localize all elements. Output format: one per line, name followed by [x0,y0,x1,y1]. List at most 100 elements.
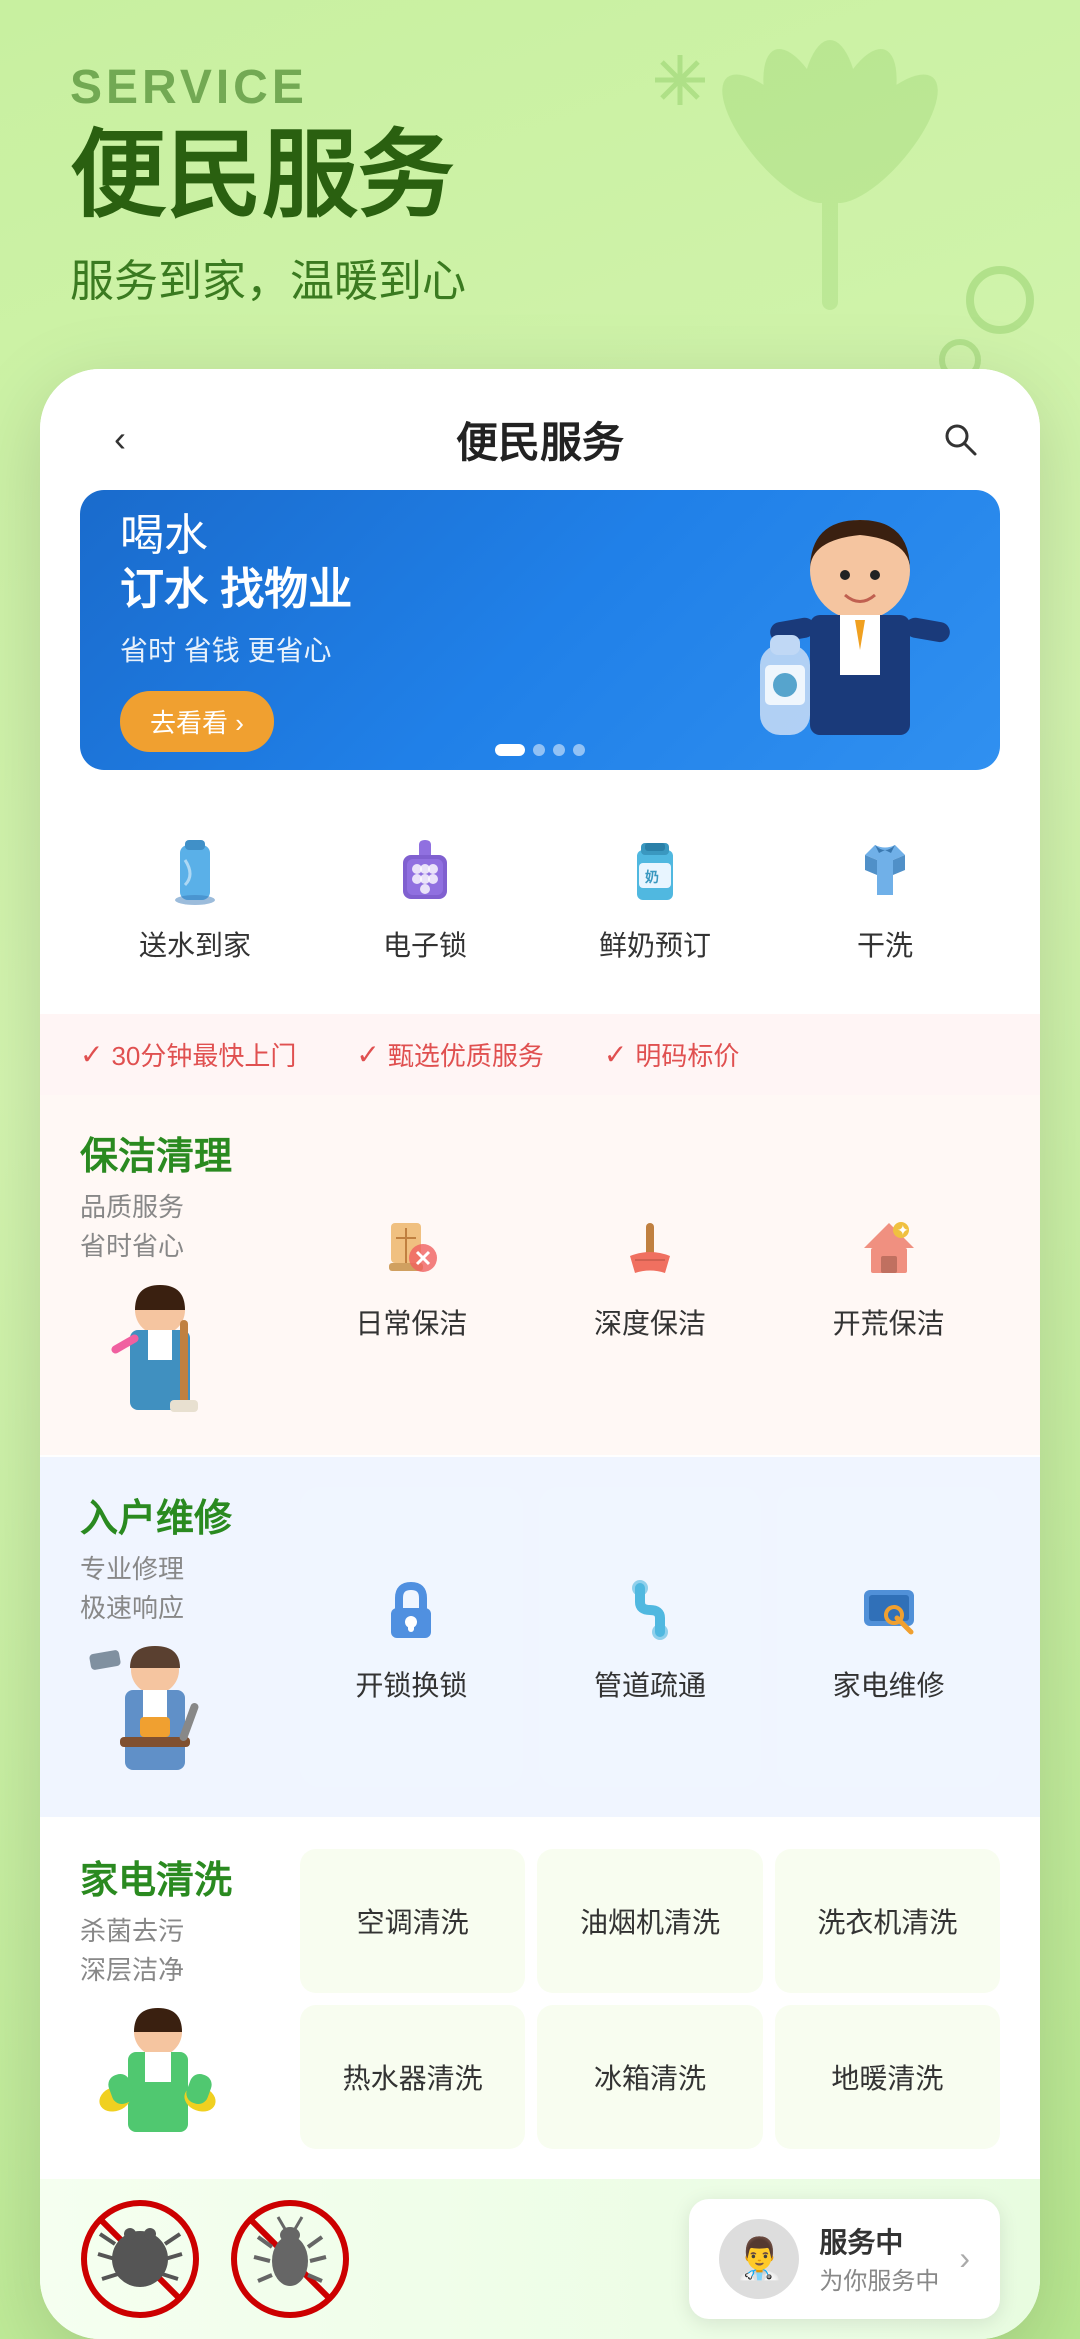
badge-price-text: 明码标价 [635,1036,739,1073]
repair-person [80,1642,280,1787]
appliance-person [80,2004,280,2149]
check-icon-1: ✓ [80,1038,103,1071]
pipe-item[interactable]: 管道疏通 [539,1487,762,1787]
deep-cleaning-icon [610,1208,690,1288]
badge-price: ✓ 明码标价 [604,1036,739,1073]
cleaning-person [80,1280,280,1425]
pipe-icon [610,1570,690,1650]
hero-title: 便民服务 [70,123,1010,229]
cleaning-title: 保洁清理 [80,1125,280,1180]
service-active-arrow: › [959,2240,970,2277]
deep-cleaning-item[interactable]: 深度保洁 [539,1125,762,1425]
lock-icon [371,1570,451,1650]
daily-cleaning-icon [371,1208,451,1288]
search-button[interactable] [930,409,990,469]
repair-desc: 专业修理 极速响应 [80,1550,280,1628]
appliance-row: 家电清洗 杀菌去污 深层洁净 [80,1849,1000,2149]
washer-clean-label: 洗衣机清洗 [817,1901,957,1941]
ac-clean-label: 空调清洗 [357,1901,469,1941]
pest-icon-2 [230,2199,350,2319]
service-active-card[interactable]: 👨‍⚕️ 服务中 为你服务中 › [689,2199,1000,2319]
locksmith-item[interactable]: 开锁换锁 [300,1487,523,1787]
pipe-label: 管道疏通 [594,1664,706,1704]
check-icon-3: ✓ [604,1038,627,1071]
badge-bar: ✓ 30分钟最快上门 ✓ 甄选优质服务 ✓ 明码标价 [40,1014,1040,1095]
hood-clean-item[interactable]: 油烟机清洗 [537,1849,762,1993]
appliance-desc: 杀菌去污 深层洁净 [80,1912,280,1990]
svg-text:奶: 奶 [645,869,659,885]
hood-clean-label: 油烟机清洗 [580,1901,720,1941]
hero-section: SERVICE 便民服务 服务到家，温暖到心 [0,0,1080,349]
banner-text2: 订水 找物业 [120,564,680,617]
banner-text1: 喝水 [120,507,208,564]
move-cleaning-icon: ✦ [849,1208,929,1288]
service-avatar: 👨‍⚕️ [719,2219,799,2299]
quick-service-milk[interactable]: 奶 鲜奶预订 [540,810,770,984]
daily-cleaning-label: 日常保洁 [355,1302,467,1342]
repair-items: 开锁换锁 管道疏通 [300,1487,1000,1787]
quick-service-dryclean[interactable]: 干洗 [770,810,1000,984]
appliance-repair-item[interactable]: 家电维修 [777,1487,1000,1787]
badge-speed: ✓ 30分钟最快上门 [80,1036,296,1073]
bottom-bar: 👨‍⚕️ 服务中 为你服务中 › [40,2179,1040,2339]
dot-1 [495,744,525,756]
dryclean-icon [845,830,925,910]
search-icon [942,421,978,457]
fridge-clean-item[interactable]: 冰箱清洗 [537,2005,762,2149]
heater-clean-label: 热水器清洗 [343,2057,483,2097]
locksmith-label: 开锁换锁 [355,1664,467,1704]
cleaning-row: 保洁清理 品质服务 省时省心 [80,1125,1000,1425]
repair-category: 入户维修 专业修理 极速响应 [40,1457,1040,1817]
cleaning-category: 保洁清理 品质服务 省时省心 [40,1095,1040,1455]
floor-heat-clean-item[interactable]: 地暖清洗 [775,2005,1000,2149]
banner-content: 喝水 订水 找物业 省时 省钱 更省心 去看看 › [80,490,720,770]
page-title: 便民服务 [456,409,624,470]
appliance-items: 空调清洗 油烟机清洗 洗衣机清洗 热水器清洗 冰箱清洗 地暖清洗 [300,1849,1000,2149]
quick-service-dryclean-label: 干洗 [857,924,913,964]
appliance-title: 家电清洗 [80,1849,280,1904]
banner-image [720,490,1000,770]
hero-subtitle: 服务到家，温暖到心 [70,245,1010,309]
quick-service-water[interactable]: 送水到家 [80,810,310,984]
banner-cta-button[interactable]: 去看看 › [120,691,274,752]
quick-service-elock-label: 电子锁 [383,924,467,964]
svg-text:✦: ✦ [897,1222,909,1238]
cleaning-desc: 品质服务 省时省心 [80,1188,280,1266]
dot-3 [553,744,565,756]
dot-2 [533,744,545,756]
phone-header: ‹ 便民服务 [40,369,1040,490]
badge-quality: ✓ 甄选优质服务 [356,1036,543,1073]
quick-service-elock[interactable]: 电子锁 [310,810,540,984]
repair-title: 入户维修 [80,1487,280,1542]
heater-clean-item[interactable]: 热水器清洗 [300,2005,525,2149]
cleaning-info: 保洁清理 品质服务 省时省心 [80,1125,280,1425]
appliance-info: 家电清洗 杀菌去污 深层洁净 [80,1849,280,2149]
dot-4 [573,744,585,756]
promo-banner[interactable]: 喝水 订水 找物业 省时 省钱 更省心 去看看 › [80,490,1000,770]
service-active-info: 服务中 为你服务中 [819,2221,939,2296]
service-active-text: 服务中 [819,2221,939,2261]
appliance-repair-label: 家电维修 [833,1664,945,1704]
back-button[interactable]: ‹ [90,409,150,469]
washer-clean-item[interactable]: 洗衣机清洗 [775,1849,1000,1993]
banner-person-svg [730,500,990,770]
move-cleaning-item[interactable]: ✦ 开荒保洁 [777,1125,1000,1425]
phone-mockup: ‹ 便民服务 喝水 订水 找物业 省时 省钱 更省心 去看看 › [40,369,1040,2339]
floor-heat-clean-label: 地暖清洗 [831,2057,943,2097]
quick-service-milk-label: 鲜奶预订 [599,924,711,964]
quick-services: 送水到家 电子锁 [40,800,1040,1014]
badge-speed-text: 30分钟最快上门 [111,1036,296,1073]
service-active-sub: 为你服务中 [819,2261,939,2296]
repair-row: 入户维修 专业修理 极速响应 [80,1487,1000,1787]
appliance-cleaning-category: 家电清洗 杀菌去污 深层洁净 [40,1819,1040,2179]
appliance-repair-icon [849,1570,929,1650]
daily-cleaning-item[interactable]: 日常保洁 [300,1125,523,1425]
ac-clean-item[interactable]: 空调清洗 [300,1849,525,1993]
move-cleaning-label: 开荒保洁 [833,1302,945,1342]
water-icon [155,830,235,910]
fridge-clean-label: 冰箱清洗 [594,2057,706,2097]
cleaning-items: 日常保洁 深度保洁 [300,1125,1000,1425]
banner-dots [495,744,585,756]
banner-text3: 省时 省钱 更省心 [120,629,680,669]
deep-cleaning-label: 深度保洁 [594,1302,706,1342]
